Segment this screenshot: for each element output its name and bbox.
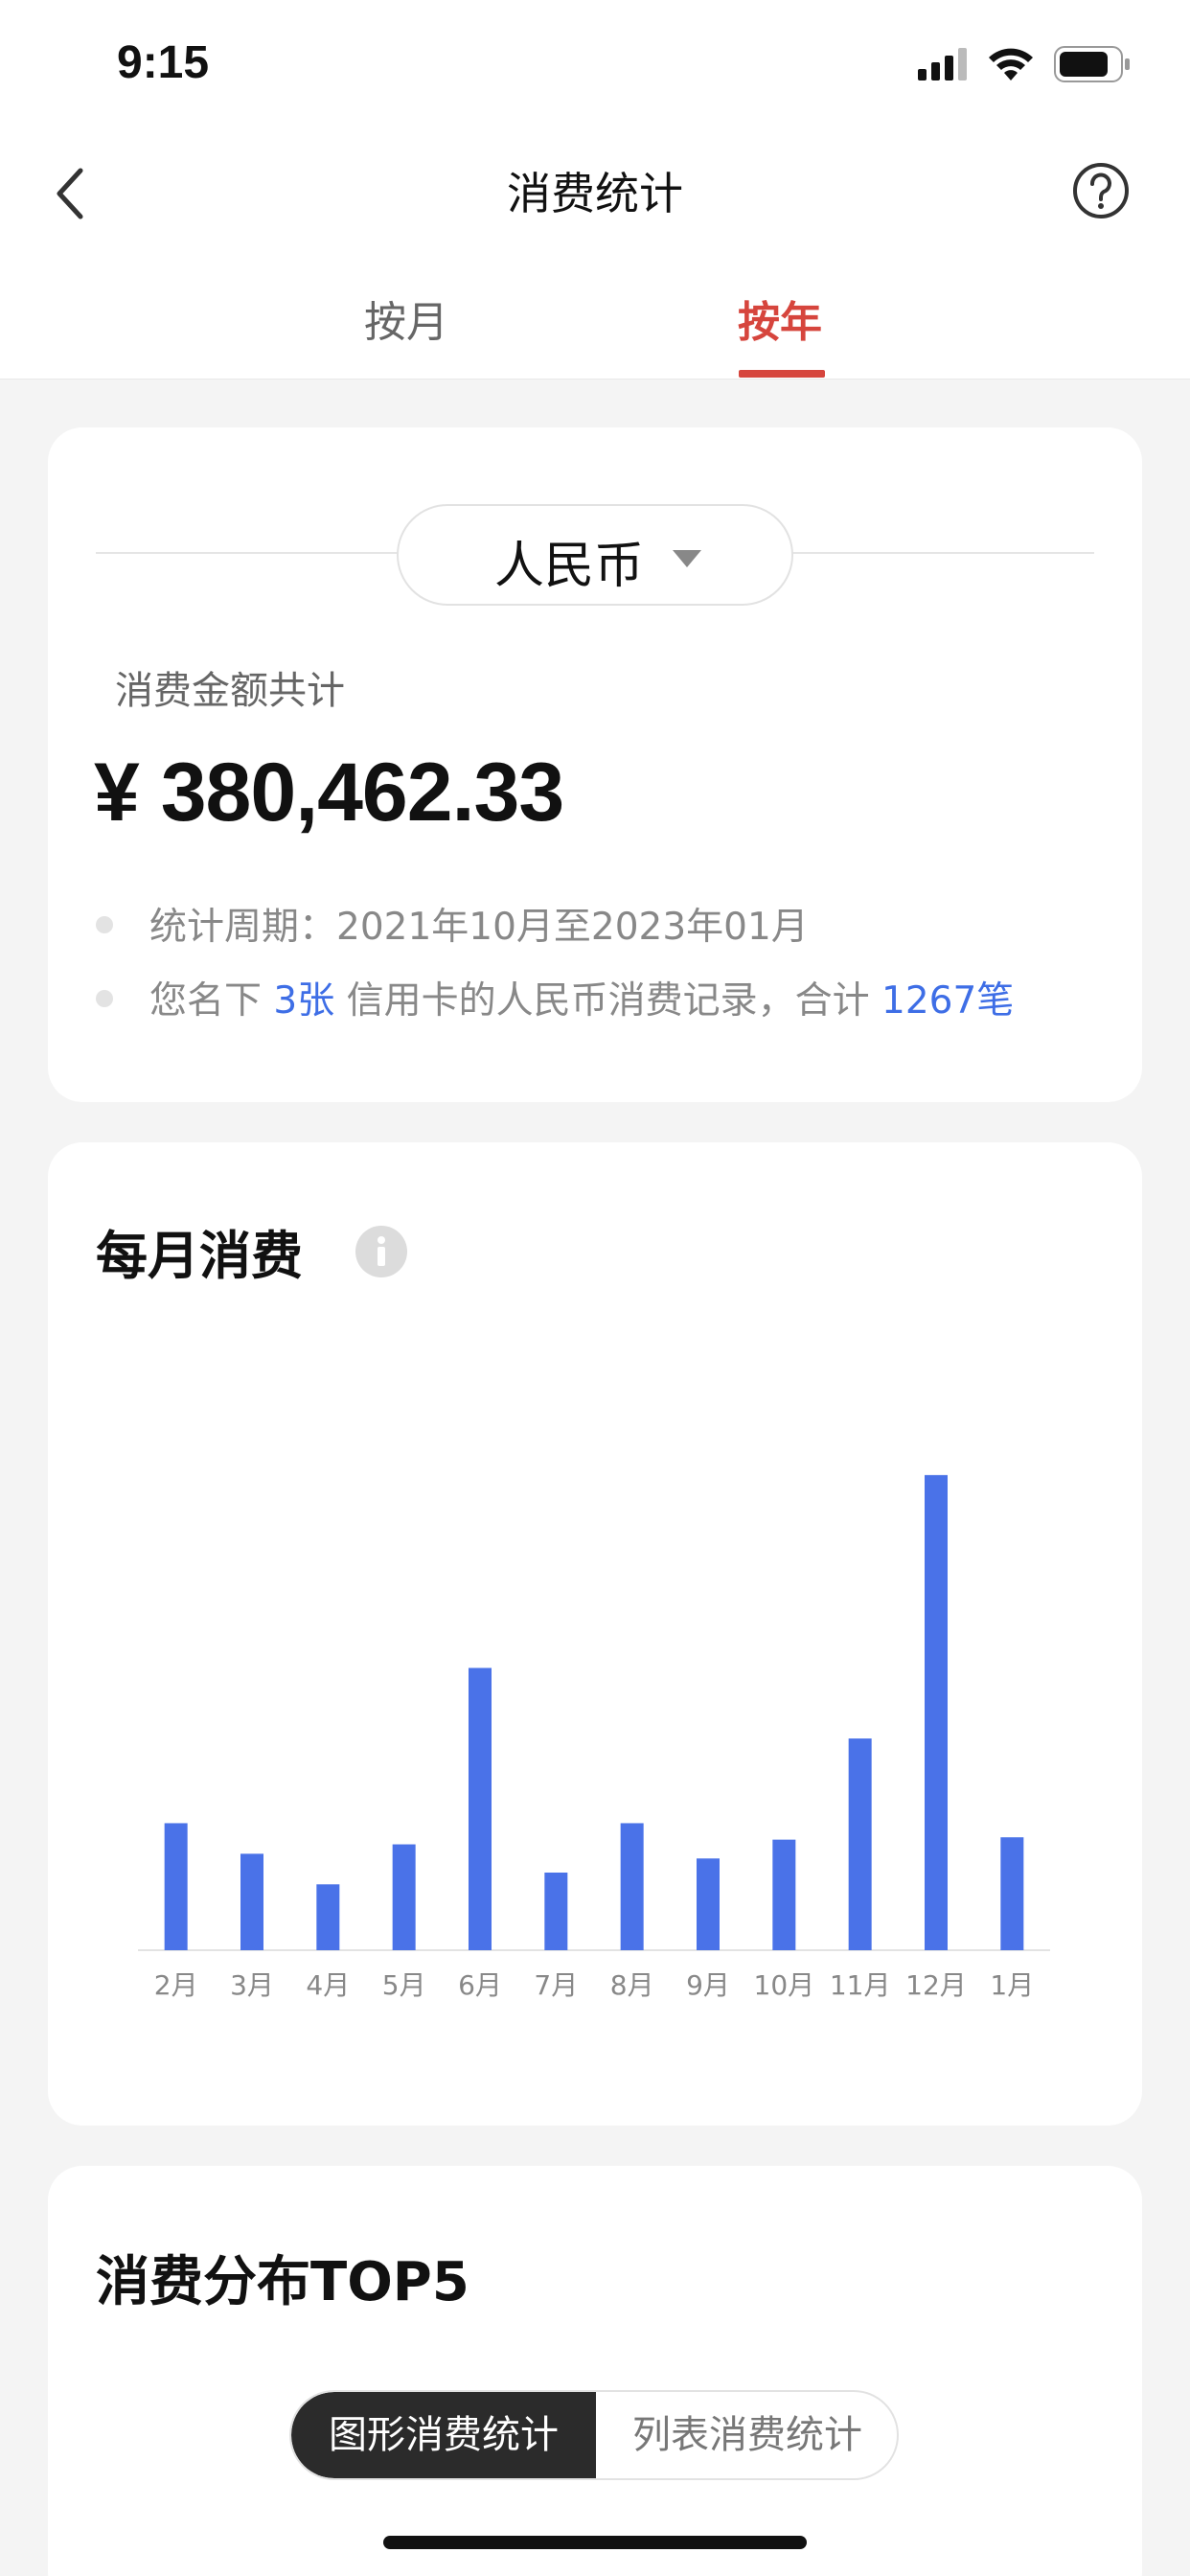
bar-2[interactable] — [240, 1853, 263, 1950]
segment-chart-view[interactable]: 图形消费统计 — [291, 2392, 596, 2478]
total-label: 消费金额共计 — [115, 669, 345, 713]
card-count-link[interactable]: 3张 — [273, 979, 334, 1023]
x-tick-label: 10月 — [754, 1969, 815, 2001]
x-tick-label: 2月 — [154, 1969, 198, 2001]
view-mode-segmented-control: 图形消费统计 列表消费统计 — [289, 2390, 899, 2480]
x-tick-label: 5月 — [382, 1969, 426, 2001]
battery-icon — [1054, 46, 1130, 82]
x-tick-label: 11月 — [830, 1969, 891, 2001]
x-tick-label: 7月 — [534, 1969, 578, 2001]
bullet-dot — [96, 990, 113, 1007]
home-indicator — [383, 2536, 807, 2549]
monthly-spending-card: 2月 3月 4月 5月 6月 7月 8月 9月 10月 11月 12月 1月 每月消费 — [48, 1142, 1142, 2126]
records-prefix: 您名下 — [149, 979, 274, 1023]
status-bar: 9:15 — [0, 0, 1190, 134]
currency-selector[interactable]: 人民币 — [397, 504, 793, 606]
segment-list-view[interactable]: 列表消费统计 — [596, 2392, 897, 2478]
bar-1[interactable] — [164, 1823, 188, 1950]
record-count-link[interactable]: 1267笔 — [881, 979, 1014, 1023]
bar-7[interactable] — [620, 1823, 644, 1950]
bar-5[interactable] — [469, 1668, 492, 1950]
period-tabs: 按月 按年 — [0, 259, 1190, 380]
wifi-icon — [989, 48, 1033, 80]
help-icon[interactable] — [1071, 161, 1131, 220]
caret-down-icon — [673, 550, 701, 567]
bar-8[interactable] — [697, 1858, 720, 1950]
x-tick-label: 6月 — [458, 1969, 502, 2001]
records-info: 您名下 3张 信用卡的人民币消费记录，合计 1267笔 — [149, 971, 1014, 1024]
bar-6[interactable] — [544, 1873, 568, 1950]
period-info: 统计周期：2021年10月至2023年01月 — [149, 897, 809, 951]
status-time: 9:15 — [117, 37, 210, 88]
nav-bar: 消费统计 — [0, 134, 1190, 259]
bar-3[interactable] — [316, 1884, 340, 1950]
active-tab-indicator — [739, 370, 825, 378]
top5-card: 消费分布TOP5 图形消费统计 列表消费统计 — [48, 2166, 1142, 2576]
bar-11[interactable] — [925, 1475, 948, 1950]
x-tick-label: 9月 — [686, 1969, 730, 2001]
x-tick-label: 3月 — [230, 1969, 274, 2001]
bar-4[interactable] — [392, 1844, 416, 1950]
bar-12[interactable] — [1000, 1837, 1024, 1950]
page-title: 消费统计 — [507, 168, 683, 219]
bar-10[interactable] — [848, 1738, 872, 1950]
records-middle: 信用卡的人民币消费记录，合计 — [334, 979, 882, 1023]
currency-label: 人民币 — [494, 538, 645, 595]
chart-title: 每月消费 — [96, 1226, 303, 1286]
total-amount: ¥ 380,462.33 — [94, 747, 564, 839]
x-tick-label: 4月 — [306, 1969, 350, 2001]
tab-by-year[interactable]: 按年 — [684, 288, 876, 349]
cellular-signal-icon — [918, 48, 967, 80]
monthly-bar-chart: 2月 3月 4月 5月 6月 7月 8月 9月 10月 11月 12月 1月 — [138, 1475, 1050, 2001]
x-tick-label: 8月 — [610, 1969, 654, 2001]
summary-card: 人民币 消费金额共计 ¥ 380,462.33 统计周期：2021年10月至20… — [48, 427, 1142, 1102]
top5-title: 消费分布TOP5 — [96, 2251, 469, 2313]
tab-by-month[interactable]: 按月 — [310, 288, 502, 349]
x-tick-label: 12月 — [905, 1969, 967, 2001]
info-icon[interactable] — [355, 1225, 408, 1278]
bar-9[interactable] — [772, 1839, 796, 1950]
period-value: 2021年10月至2023年01月 — [336, 906, 809, 949]
period-label: 统计周期： — [149, 906, 337, 949]
bullet-dot — [96, 916, 113, 933]
x-tick-label: 1月 — [990, 1969, 1034, 2001]
